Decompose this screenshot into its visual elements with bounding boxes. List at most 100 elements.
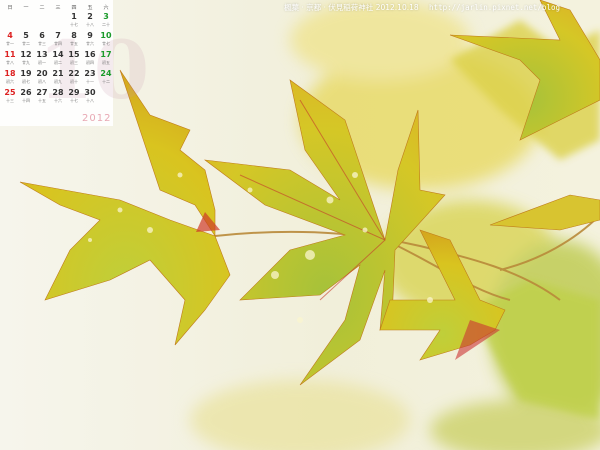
calendar-day-cell: 11 廿八 <box>2 50 18 69</box>
calendar-day-number: 10 <box>100 31 112 40</box>
calendar-lunar-date: 初八 <box>38 79 46 84</box>
calendar-day-cell: 28 十六 <box>50 88 66 107</box>
calendar-day-number: 4 <box>7 31 13 40</box>
calendar-day-number: 12 <box>20 50 32 59</box>
calendar-day-number: 19 <box>20 69 32 78</box>
weekday-header: 一 <box>23 5 29 11</box>
calendar-day-cell: 30 十八 <box>82 88 98 107</box>
calendar-day-cell: 8 廿五 <box>66 31 82 50</box>
calendar-day-cell: 25 十三 <box>2 88 18 107</box>
calendar-lunar-date: 十一 <box>86 79 94 84</box>
calendar-lunar-date: 十五 <box>38 98 46 103</box>
calendar-day-number: 3 <box>103 12 109 21</box>
calendar-day-cell: 3 二十 <box>98 12 114 31</box>
calendar-day-number: 16 <box>84 50 96 59</box>
calendar-day-number: 8 <box>71 31 77 40</box>
calendar-day-cell: 2 十八 <box>82 12 98 31</box>
calendar-day-cell: 17 初五 <box>98 50 114 69</box>
calendar-day-number: 26 <box>20 88 32 97</box>
calendar-day-number: 7 <box>55 31 61 40</box>
calendar-day-number: 27 <box>36 88 48 97</box>
calendar-lunar-date: 廿八 <box>6 60 14 65</box>
calendar-lunar-date: 初一 <box>38 60 46 65</box>
calendar-day-cell: 24 十二 <box>98 69 114 88</box>
calendar-day-cell: 1 十七 <box>66 12 82 31</box>
caption-date: 2012.10.18 <box>375 3 419 12</box>
calendar-day-cell: 27 十五 <box>34 88 50 107</box>
calendar-day-number: 1 <box>71 12 77 21</box>
weekday-header: 四 <box>71 5 77 11</box>
weekday-header: 三 <box>55 5 61 11</box>
calendar-lunar-date: 十八 <box>86 98 94 103</box>
calendar-day-number: 17 <box>100 50 112 59</box>
calendar-lunar-date: 廿四 <box>54 41 62 46</box>
calendar-lunar-date: 十三 <box>6 98 14 103</box>
calendar-day-cell: 29 十七 <box>66 88 82 107</box>
calendar-day-number: 22 <box>68 69 80 78</box>
calendar-day-cell: 19 初七 <box>18 69 34 88</box>
calendar-lunar-date: 初二 <box>54 60 62 65</box>
calendar-lunar-date: 廿二 <box>22 41 30 46</box>
calendar-day-number: 15 <box>68 50 80 59</box>
calendar-day-number: 21 <box>52 69 64 78</box>
calendar-day-cell <box>18 12 34 31</box>
calendar-day-number: 11 <box>4 50 16 59</box>
calendar-day-cell <box>98 88 114 107</box>
calendar-day-cell: 23 十一 <box>82 69 98 88</box>
calendar-week-row: 1 十七 2 十八 3 二十 <box>2 12 112 31</box>
calendar-lunar-date: 初四 <box>86 60 94 65</box>
calendar-day-cell: 20 初八 <box>34 69 50 88</box>
calendar-lunar-date: 初六 <box>6 79 14 84</box>
calendar-lunar-date: 十七 <box>70 22 78 27</box>
calendar-day-cell: 10 廿七 <box>98 31 114 50</box>
weekday-header: 日 <box>7 5 13 11</box>
calendar-widget: 10 日 一 二 三 四 五 六 1 十七 2 十八 3 二十 4 廿一 5 廿二 6 廿三 7 廿四 8 廿… <box>0 0 149 126</box>
calendar-day-cell: 14 初二 <box>50 50 66 69</box>
calendar-day-number: 20 <box>36 69 48 78</box>
calendar-lunar-date: 初五 <box>102 60 110 65</box>
calendar-day-number: 28 <box>52 88 64 97</box>
photo-caption: 楓葉 · 京都 · 伏見稲荷神社 2012.10.18 http://jarli… <box>284 2 560 13</box>
calendar-day-cell <box>50 12 66 31</box>
calendar-day-number: 29 <box>68 88 80 97</box>
calendar-lunar-date: 初九 <box>54 79 62 84</box>
calendar-lunar-date: 十四 <box>22 98 30 103</box>
calendar-day-number: 25 <box>4 88 16 97</box>
calendar-day-number: 24 <box>100 69 112 78</box>
calendar-day-cell: 4 廿一 <box>2 31 18 50</box>
calendar-lunar-date: 廿九 <box>22 60 30 65</box>
calendar-weeks: 1 十七 2 十八 3 二十 4 廿一 5 廿二 6 廿三 7 廿四 8 廿五 9 廿六 10 廿七 11 廿八 12 廿九 1… <box>2 12 112 107</box>
calendar-day-cell: 16 初四 <box>82 50 98 69</box>
weekday-header-row: 日 一 二 三 四 五 六 <box>2 4 112 12</box>
calendar-day-cell: 7 廿四 <box>50 31 66 50</box>
calendar-day-cell: 15 初三 <box>66 50 82 69</box>
calendar-lunar-date: 二十 <box>102 22 110 27</box>
calendar-lunar-date: 廿七 <box>102 41 110 46</box>
calendar-day-cell: 22 初十 <box>66 69 82 88</box>
calendar-day-number: 14 <box>52 50 64 59</box>
calendar-lunar-date: 廿六 <box>86 41 94 46</box>
weekday-header: 二 <box>39 5 45 11</box>
calendar-week-row: 18 初六 19 初七 20 初八 21 初九 22 初十 23 十一 24 十二 <box>2 69 112 88</box>
calendar-day-cell: 6 廿三 <box>34 31 50 50</box>
calendar-day-cell: 9 廿六 <box>82 31 98 50</box>
calendar-lunar-date: 廿一 <box>6 41 14 46</box>
calendar-day-cell <box>2 12 18 31</box>
calendar-week-row: 11 廿八 12 廿九 13 初一 14 初二 15 初三 16 初四 17 初五 <box>2 50 112 69</box>
calendar-day-number: 6 <box>39 31 45 40</box>
calendar-lunar-date: 初七 <box>22 79 30 84</box>
calendar-week-row: 4 廿一 5 廿二 6 廿三 7 廿四 8 廿五 9 廿六 10 廿七 <box>2 31 112 50</box>
calendar-lunar-date: 初三 <box>70 60 78 65</box>
calendar-week-row: 25 十三 26 十四 27 十五 28 十六 29 十七 30 十八 <box>2 88 112 107</box>
calendar-day-number: 5 <box>23 31 29 40</box>
calendar-day-number: 23 <box>84 69 96 78</box>
calendar-day-cell: 26 十四 <box>18 88 34 107</box>
caption-location: 楓葉 · 京都 · 伏見稲荷神社 <box>284 3 374 12</box>
calendar-day-cell <box>34 12 50 31</box>
calendar-day-number: 2 <box>87 12 93 21</box>
caption-url: http://jarlin.pixnet.net/blog <box>429 3 560 12</box>
calendar-lunar-date: 十八 <box>86 22 94 27</box>
calendar-lunar-date: 十六 <box>54 98 62 103</box>
calendar-lunar-date: 十二 <box>102 79 110 84</box>
calendar-day-cell: 18 初六 <box>2 69 18 88</box>
